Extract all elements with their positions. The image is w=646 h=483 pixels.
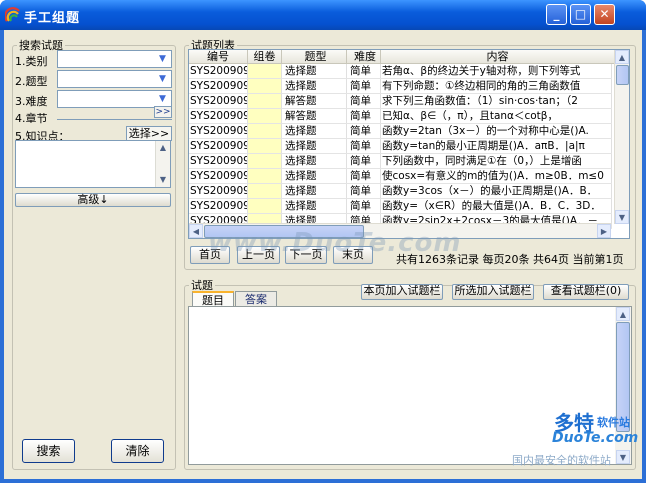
scroll-thumb[interactable] <box>616 65 629 85</box>
window-title: 手工组题 <box>24 11 81 26</box>
close-button[interactable]: ✕ <box>594 4 615 25</box>
scroll-right-icon[interactable]: ▶ <box>597 224 611 238</box>
logo-url: DuoTe.com <box>552 430 639 446</box>
table-row[interactable]: SYS200909 选择题 简单 函数y=2tan（3x－）的一个对称中心是()A. <box>189 124 612 139</box>
table-row[interactable]: SYS200909 解答题 简单 求下列三角函数值：（1）sin·cos·tan；（2 <box>189 94 612 109</box>
table-row[interactable]: SYS200909 解答题 简单 已知α、β∈（，π），且tanα＜cotβ， <box>189 109 612 124</box>
minimize-button[interactable]: _ <box>546 4 567 25</box>
scroll-up-icon[interactable]: ▲ <box>616 307 630 321</box>
add-selected-to-tray-button[interactable]: 所选加入试题栏 <box>452 284 534 300</box>
chevron-down-icon: ▼ <box>159 54 166 64</box>
title-bar[interactable]: 手工组题 _ □ ✕ <box>0 0 646 30</box>
scroll-up-icon[interactable]: ▲ <box>615 50 629 64</box>
col-header-difficulty[interactable]: 难度 <box>347 50 381 63</box>
table-body: SYS200909 选择题 简单 若角α、β的终边关于y轴对称，则下列等式 SYS20… <box>189 64 612 229</box>
rainbow-icon <box>5 7 20 22</box>
table-row[interactable]: SYS200909 选择题 简单 函数y=3cos（x－）的最小正周期是()A．B． <box>189 184 612 199</box>
watermark-text: www.DuoTe.com <box>208 228 462 258</box>
question-table[interactable]: 编号 组卷 题型 难度 内容 SYS200909 选择题 简单 若角α、β的终边关于y… <box>188 49 630 239</box>
search-button[interactable]: 搜索 <box>22 439 75 463</box>
chapter-label: 4.章节 <box>15 112 48 125</box>
table-row[interactable]: SYS200909 选择题 简单 下列函数中，同时满足①在（0，）上是增函 <box>189 154 612 169</box>
col-header-content[interactable]: 内容 <box>381 50 615 63</box>
scroll-left-icon[interactable]: ◀ <box>189 224 203 238</box>
col-header-id[interactable]: 编号 <box>189 50 248 63</box>
table-row[interactable]: SYS200909 选择题 简单 函数y=（x∈R）的最大值是()A．B．C．3D． <box>189 199 612 214</box>
table-row[interactable]: SYS200909 选择题 简单 若角α、β的终边关于y轴对称，则下列等式 <box>189 64 612 79</box>
clear-button[interactable]: 清除 <box>111 439 164 463</box>
tab-answer[interactable]: 答案 <box>235 291 277 307</box>
chevron-down-icon: ▼ <box>159 74 166 84</box>
question-type-select[interactable]: ▼ <box>57 70 172 88</box>
chapter-field[interactable]: >> <box>57 106 172 120</box>
table-row[interactable]: SYS200909 选择题 简单 使cosx=有意义的m的值为()A．m≥0B．m≤0 <box>189 169 612 184</box>
maximize-button[interactable]: □ <box>570 4 591 25</box>
category-label: 1.类别 <box>15 55 48 68</box>
table-row[interactable]: SYS200909 选择题 简单 函数y=tan的最小正周期是()A．aπB．|a|π <box>189 139 612 154</box>
logo-slogan: 国内最安全的软件站 <box>512 454 611 467</box>
difficulty-label: 3.难度 <box>15 95 48 108</box>
table-vertical-scrollbar[interactable]: ▲ ▼ <box>614 50 629 224</box>
chapter-browse-button[interactable]: >> <box>154 106 172 118</box>
tab-question[interactable]: 题目 <box>192 291 234 307</box>
table-header: 编号 组卷 题型 难度 内容 <box>189 50 615 64</box>
view-tray-button[interactable]: 查看试题栏(0) <box>543 284 629 300</box>
scroll-down-icon[interactable]: ▼ <box>156 173 170 187</box>
scroll-up-icon[interactable]: ▲ <box>156 141 170 155</box>
knowledge-select-button[interactable]: 选择>> <box>126 126 172 141</box>
category-select[interactable]: ▼ <box>57 50 172 68</box>
scroll-down-icon[interactable]: ▼ <box>615 210 629 224</box>
table-row[interactable]: SYS200909 选择题 简单 有下列命题：①终边相同的角的三角函数值 <box>189 79 612 94</box>
chevron-down-icon: ▼ <box>159 94 166 104</box>
col-header-paper[interactable]: 组卷 <box>248 50 282 63</box>
knowledge-point-box[interactable]: ▲ ▼ <box>15 140 171 188</box>
app-window: 手工组题 _ □ ✕ 搜索试题 1.类别 ▼ 2.题型 ▼ 3.难度 ▼ 4.章… <box>0 0 646 483</box>
knowledge-scrollbar[interactable]: ▲ ▼ <box>155 141 170 187</box>
logo-subtext: 软件站 <box>597 416 630 429</box>
col-header-type[interactable]: 题型 <box>282 50 347 63</box>
question-type-label: 2.题型 <box>15 75 48 88</box>
advanced-button[interactable]: 高级↓ <box>15 193 171 207</box>
add-page-to-tray-button[interactable]: 本页加入试题栏 <box>361 284 443 300</box>
watermark-logo: 多特 软件站 DuoTe.com 国内最安全的软件站 <box>512 407 644 471</box>
